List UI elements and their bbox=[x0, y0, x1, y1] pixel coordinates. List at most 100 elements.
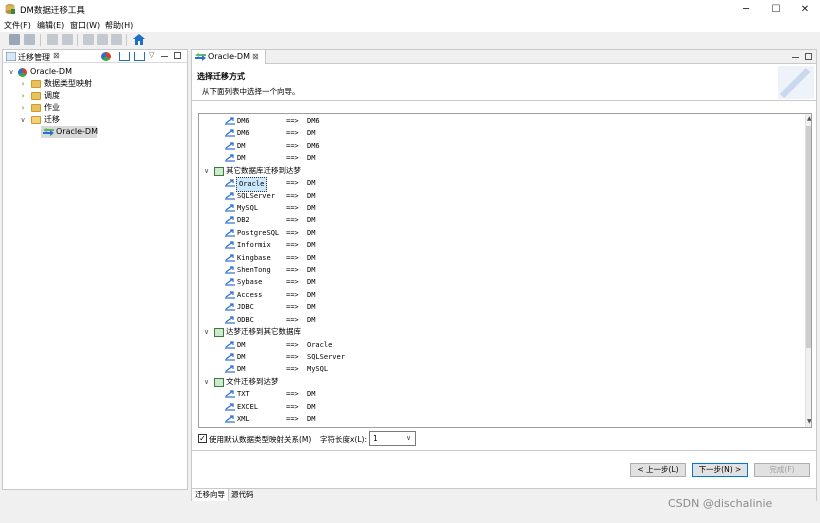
list-item[interactable]: ODBC ==> DM bbox=[199, 314, 799, 326]
view-menu-icon[interactable]: ▽ bbox=[149, 51, 154, 59]
wizard-title: 选择迁移方式 bbox=[197, 72, 245, 81]
use-default-mapping-label[interactable]: 使用默认数据类型映射关系(M) bbox=[209, 434, 311, 445]
list-item[interactable]: XML ==> DM bbox=[199, 413, 799, 425]
list-item[interactable]: DB2 ==> DM bbox=[199, 214, 799, 226]
window-title: DM数据迁移工具 bbox=[20, 6, 85, 16]
collapse-icon[interactable]: ∨ bbox=[7, 66, 15, 78]
list-item[interactable]: DM ==> MySQL bbox=[199, 363, 799, 375]
maximize-view-icon[interactable] bbox=[174, 52, 181, 59]
list-item[interactable]: DM ==> DM6 bbox=[199, 140, 799, 152]
prev-button[interactable]: < 上一步(L) bbox=[630, 463, 686, 477]
source-db: EXCEL bbox=[237, 402, 259, 411]
minimize-button[interactable]: ─ bbox=[731, 0, 761, 19]
folder-icon bbox=[31, 80, 41, 88]
char-length-value: 1 bbox=[373, 434, 378, 443]
target-db: DM6 bbox=[307, 141, 320, 150]
collapse-icon[interactable]: ∨ bbox=[19, 114, 27, 126]
tab-oracle-dm[interactable]: Oracle-DM ⊠ bbox=[192, 50, 266, 64]
database-icon[interactable] bbox=[101, 52, 111, 61]
chevron-down-icon[interactable]: ∨ bbox=[406, 434, 411, 442]
save-icon[interactable] bbox=[9, 34, 20, 45]
list-item[interactable]: PostgreSQL ==> DM bbox=[199, 227, 799, 239]
expand-icon[interactable]: › bbox=[19, 102, 27, 114]
home-icon[interactable] bbox=[133, 34, 145, 45]
arrow-text: ==> bbox=[286, 365, 299, 374]
arrow-text: ==> bbox=[286, 352, 299, 361]
source-db: DM bbox=[237, 141, 246, 150]
menu-file[interactable]: 文件(F) bbox=[4, 20, 31, 31]
finish-button[interactable]: 完成(F) bbox=[754, 463, 810, 477]
copy-icon[interactable] bbox=[97, 34, 108, 45]
panel-close-icon[interactable]: ⊠ bbox=[53, 51, 60, 60]
list-group[interactable]: ∨ 达梦迁移到其它数据库 bbox=[199, 326, 799, 338]
tab-close-icon[interactable]: ⊠ bbox=[252, 50, 259, 64]
list-item[interactable]: ShenTong ==> DM bbox=[199, 264, 799, 276]
minimize-view-icon[interactable] bbox=[792, 57, 799, 58]
target-db: DM bbox=[307, 129, 316, 138]
panel-header: 迁移管理 ⊠ ▽ bbox=[3, 50, 187, 63]
wizard-header: 选择迁移方式 从下面列表中选择一个向导。 bbox=[192, 65, 816, 101]
group-label: 文件迁移到达梦 bbox=[226, 376, 279, 386]
category-icon bbox=[214, 166, 224, 176]
list-group[interactable]: ∨ 其它数据库迁移到达梦 bbox=[199, 165, 799, 177]
forward-icon[interactable] bbox=[62, 34, 73, 45]
list-item[interactable]: DM ==> Oracle bbox=[199, 339, 799, 351]
tree-item-oracle-dm-migration[interactable]: Oracle-DM bbox=[41, 126, 98, 138]
folder-icon bbox=[31, 104, 41, 112]
maximize-view-icon[interactable] bbox=[805, 53, 812, 60]
menu-window[interactable]: 窗口(W) bbox=[70, 20, 100, 31]
collapse-icon[interactable]: ∨ bbox=[204, 326, 209, 338]
source-db: PostgreSQL bbox=[237, 228, 280, 237]
arrow-text: ==> bbox=[286, 154, 299, 163]
list-item[interactable]: DM6 ==> DM bbox=[199, 127, 799, 139]
back-icon[interactable] bbox=[47, 34, 58, 45]
arrow-text: ==> bbox=[286, 216, 299, 225]
list-item[interactable]: Oracle ==> DM bbox=[199, 177, 799, 192]
editor-tab-bar: Oracle-DM ⊠ bbox=[192, 50, 816, 64]
panel-tab-label[interactable]: 迁移管理 bbox=[18, 52, 50, 63]
migration-icon bbox=[225, 229, 235, 237]
list-item[interactable]: Access ==> DM bbox=[199, 289, 799, 301]
tab-source-code[interactable]: 源代码 bbox=[228, 489, 257, 501]
expand-icon[interactable]: › bbox=[19, 90, 27, 102]
menu-edit[interactable]: 编辑(E) bbox=[37, 20, 64, 31]
scroll-thumb[interactable] bbox=[806, 126, 811, 348]
migration-icon bbox=[225, 179, 235, 187]
char-length-select[interactable]: 1 ∨ bbox=[369, 431, 416, 446]
tab-wizard[interactable]: 迁移向导 bbox=[192, 489, 229, 501]
expand-icon[interactable]: › bbox=[19, 78, 27, 90]
list-group[interactable]: ∨ 文件迁移到达梦 bbox=[199, 376, 799, 388]
close-button[interactable]: ✕ bbox=[790, 0, 820, 19]
list-item[interactable]: Informix ==> DM bbox=[199, 239, 799, 251]
list-item[interactable]: DM6 ==> DM6 bbox=[199, 115, 799, 127]
scroll-down-icon[interactable]: ▼ bbox=[807, 418, 811, 425]
export-icon[interactable] bbox=[119, 52, 130, 61]
list-item[interactable]: Kingbase ==> DM bbox=[199, 252, 799, 264]
cut-icon[interactable] bbox=[83, 34, 94, 45]
minimize-view-icon[interactable] bbox=[161, 56, 168, 57]
list-item[interactable]: EXCEL ==> DM bbox=[199, 401, 799, 413]
list-scrollbar[interactable]: ▲ ▼ bbox=[805, 114, 811, 427]
tree-item-label: 数据类型映射 bbox=[44, 79, 92, 88]
save-all-icon[interactable] bbox=[24, 34, 35, 45]
maximize-button[interactable]: ☐ bbox=[761, 0, 791, 19]
next-button[interactable]: 下一步(N) > bbox=[692, 463, 748, 477]
list-item[interactable]: TXT ==> DM bbox=[199, 388, 799, 400]
list-item[interactable]: DM ==> DM bbox=[199, 152, 799, 164]
collapse-icon[interactable]: ∨ bbox=[204, 376, 209, 388]
scroll-up-icon[interactable]: ▲ bbox=[807, 115, 811, 122]
list-item[interactable]: DM ==> SQLServer bbox=[199, 351, 799, 363]
list-item[interactable]: MySQL ==> DM bbox=[199, 202, 799, 214]
menu-help[interactable]: 帮助(H) bbox=[105, 20, 133, 31]
paste-icon[interactable] bbox=[111, 34, 122, 45]
wizard-list[interactable]: DM6 ==> DM6 DM6 ==> DM DM ==> DM6 DM ==> DM ∨ 其它数据库迁移… bbox=[198, 113, 812, 428]
list-item[interactable]: Sybase ==> DM bbox=[199, 276, 799, 288]
list-item[interactable]: SQLServer ==> DM bbox=[199, 190, 799, 202]
use-default-mapping-checkbox[interactable]: ✓ bbox=[198, 434, 207, 443]
collapse-icon[interactable]: ∨ bbox=[204, 165, 209, 177]
import-icon[interactable] bbox=[134, 52, 145, 61]
source-db: TXT bbox=[237, 390, 250, 399]
migration-icon bbox=[225, 415, 235, 423]
list-item[interactable]: JDBC ==> DM bbox=[199, 301, 799, 313]
source-db: DM bbox=[237, 340, 246, 349]
